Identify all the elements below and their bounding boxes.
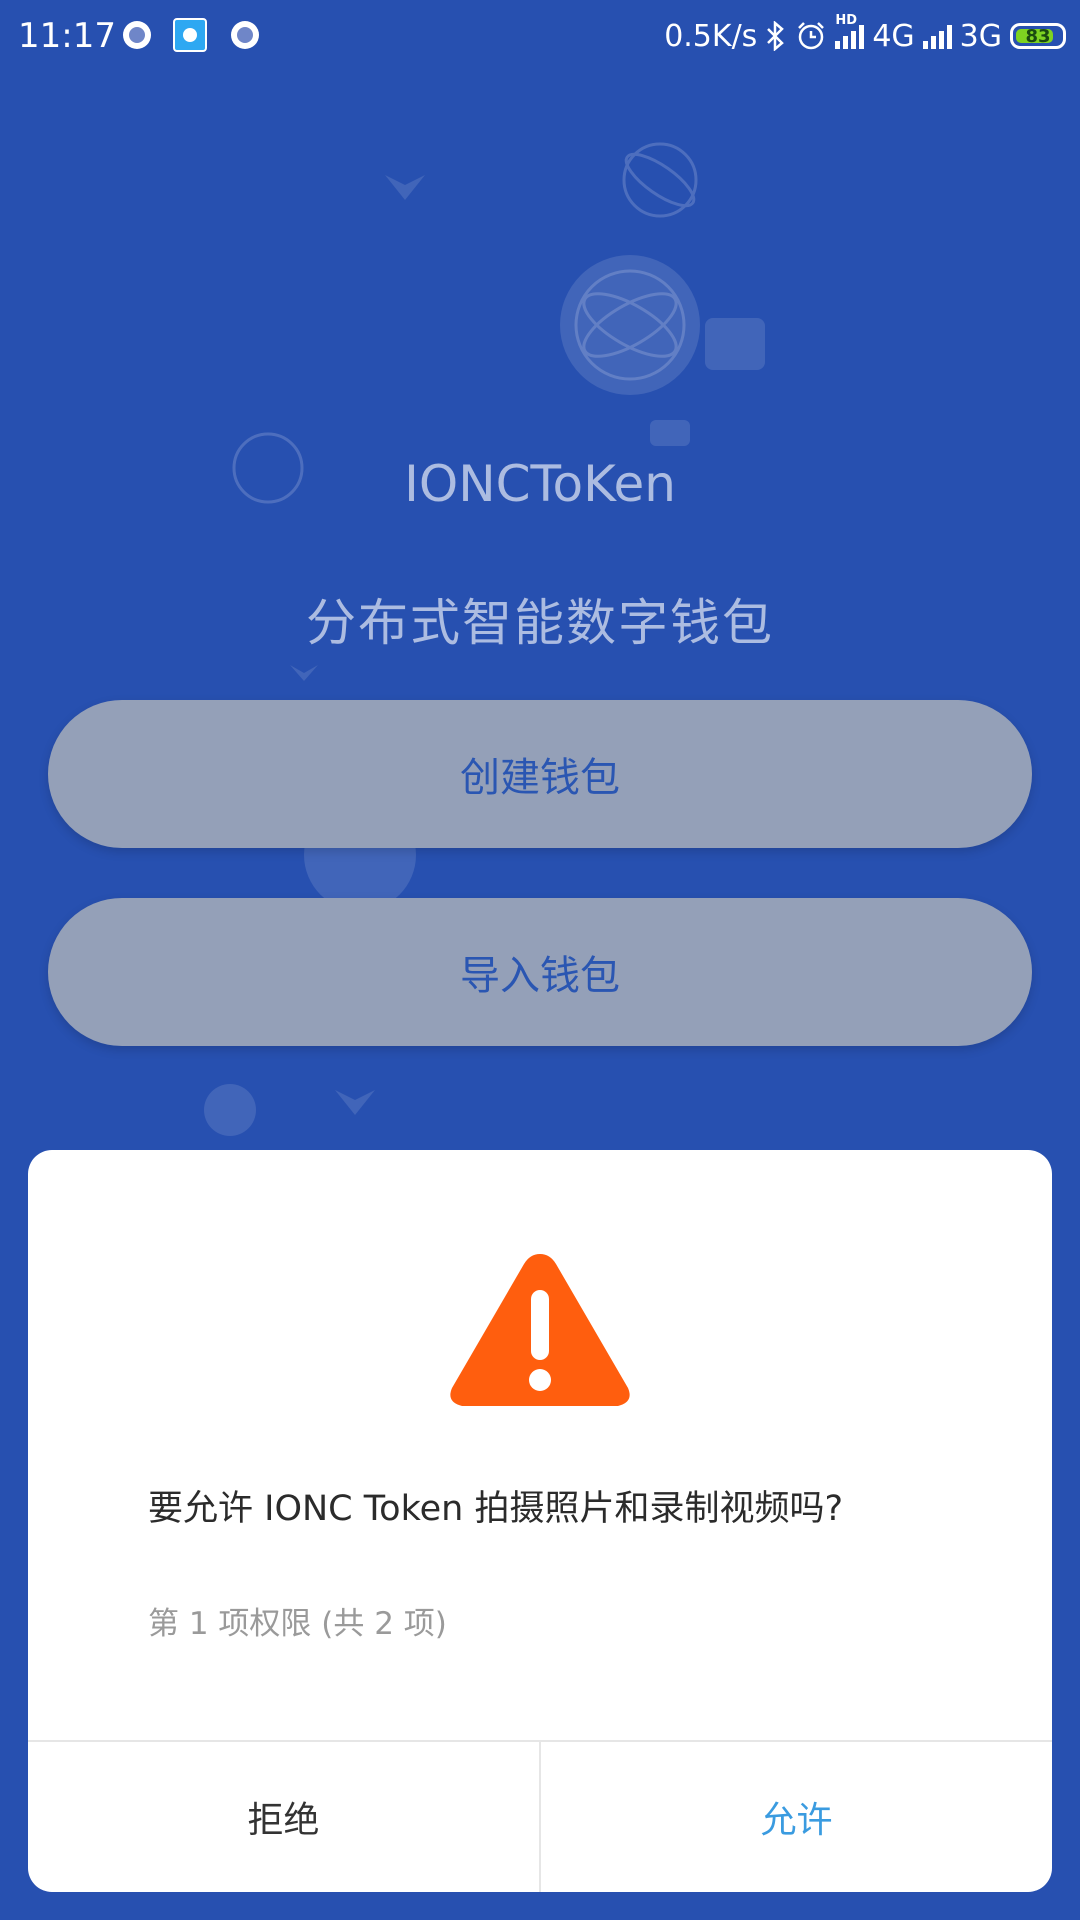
deny-button[interactable]: 拒绝 bbox=[28, 1742, 541, 1892]
bluetooth-icon bbox=[767, 21, 785, 51]
status-indicators: 0.5K/s HD 4G 3G 83 bbox=[664, 13, 1066, 58]
signal-icon bbox=[922, 23, 952, 49]
battery-icon: 83 bbox=[1010, 23, 1066, 49]
app-title: IONCToKen bbox=[404, 455, 676, 513]
status-time: 11:17 bbox=[18, 16, 116, 56]
network-4g: 4G bbox=[872, 18, 915, 54]
app-subtitle: 分布式智能数字钱包 bbox=[306, 594, 774, 652]
notification-app-icon bbox=[173, 18, 207, 52]
hd-label: HD bbox=[835, 13, 857, 28]
dialog-actions: 拒绝 允许 bbox=[28, 1740, 1052, 1892]
network-speed: 0.5K/s bbox=[664, 18, 758, 54]
app-screen: 11:17 0.5K/s HD 4G 3G 83 IONCToKen 分布式智能… bbox=[0, 0, 1080, 1920]
notification-ring-icon bbox=[123, 21, 151, 49]
create-wallet-button[interactable]: 创建钱包 bbox=[48, 700, 1032, 848]
battery-level: 83 bbox=[1025, 25, 1051, 47]
allow-button[interactable]: 允许 bbox=[541, 1742, 1052, 1892]
dialog-question: 要允许 IONC Token 拍摄照片和录制视频吗? bbox=[148, 1489, 844, 1529]
dialog-permission-count: 第 1 项权限 (共 2 项) bbox=[148, 1606, 447, 1642]
status-bar: 11:17 0.5K/s HD 4G 3G 83 bbox=[0, 0, 1080, 74]
import-wallet-button[interactable]: 导入钱包 bbox=[48, 898, 1032, 1046]
alarm-icon bbox=[798, 22, 825, 50]
warning-icon bbox=[450, 1254, 630, 1406]
notification-ring-icon bbox=[231, 21, 259, 49]
permission-dialog: 要允许 IONC Token 拍摄照片和录制视频吗? 第 1 项权限 (共 2 … bbox=[28, 1150, 1052, 1892]
signal-hd-group: HD bbox=[835, 13, 865, 49]
network-3g: 3G bbox=[959, 18, 1002, 54]
